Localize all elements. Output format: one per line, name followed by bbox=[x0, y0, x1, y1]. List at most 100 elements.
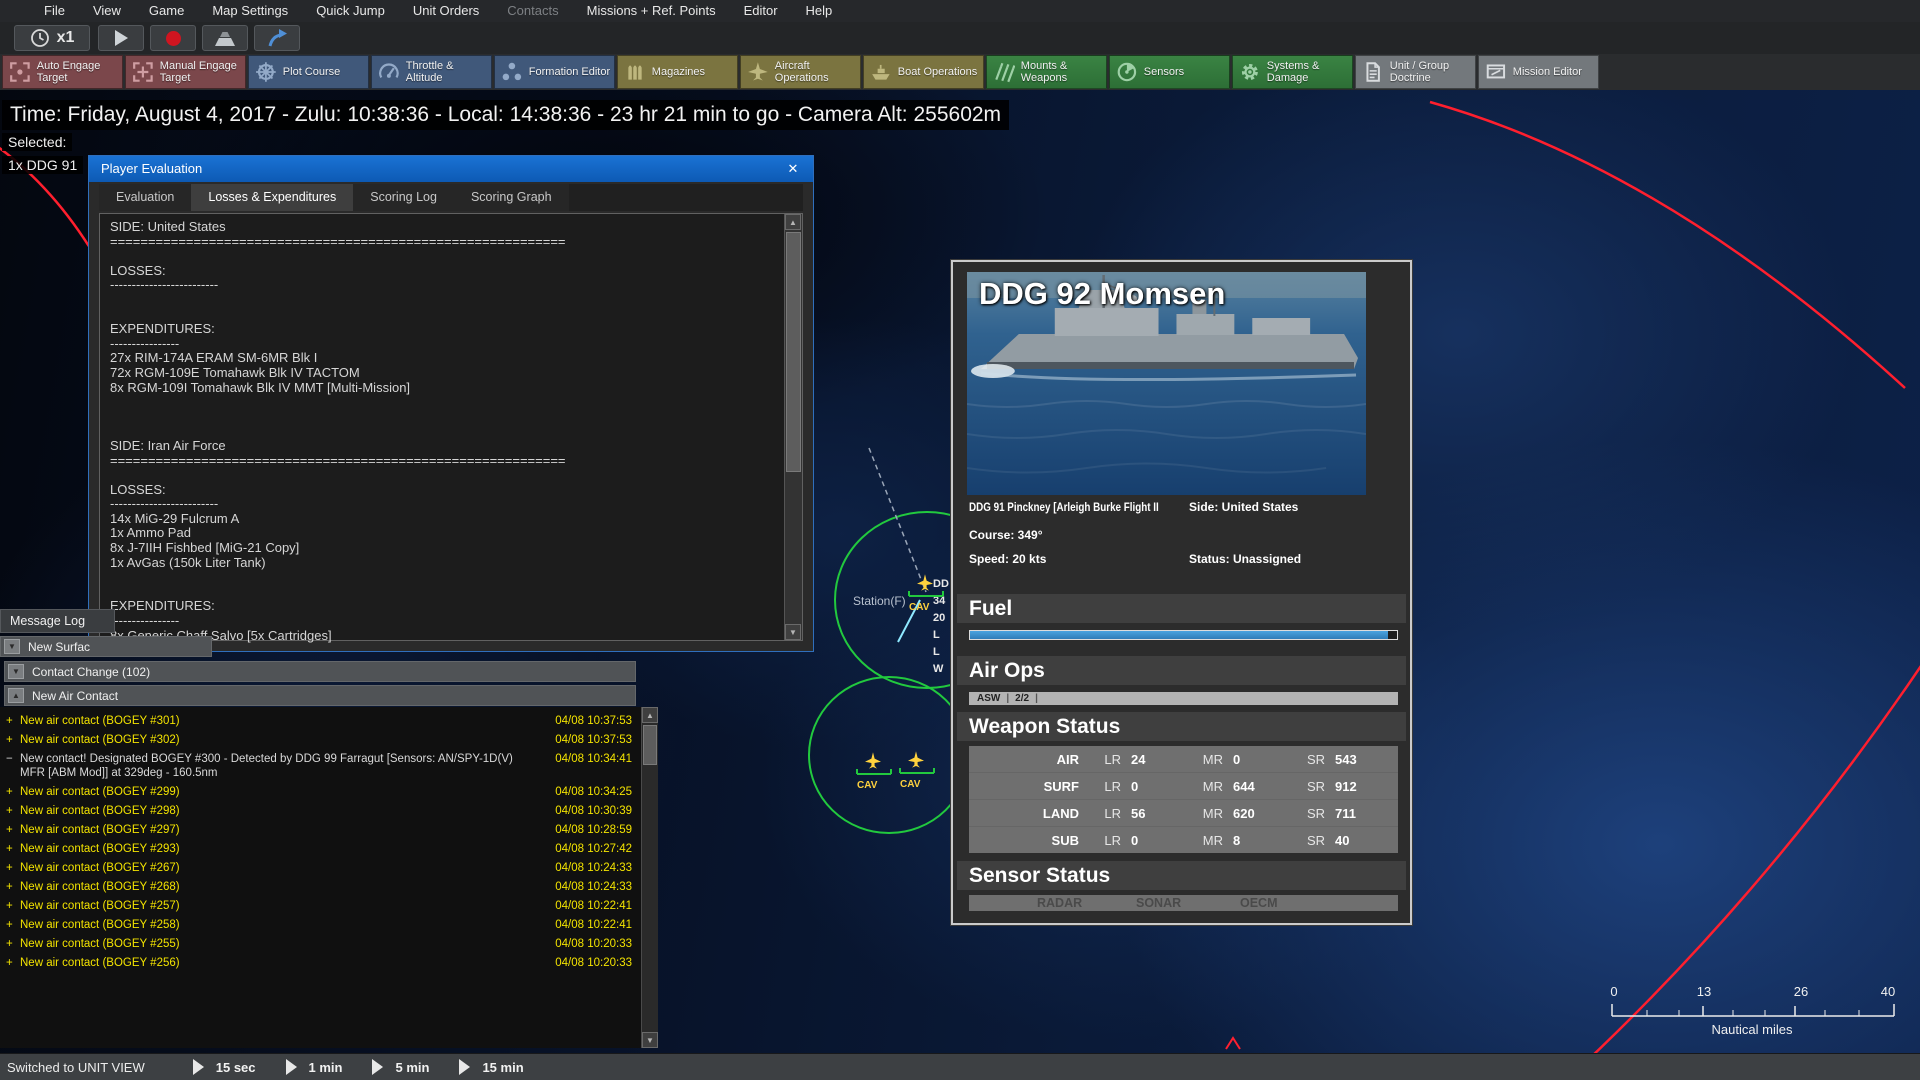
expand-icon[interactable]: − bbox=[6, 752, 16, 766]
formation-editor-button[interactable]: Formation Editor bbox=[494, 55, 615, 89]
aircraft-unit-cav-3[interactable]: CAV bbox=[898, 751, 936, 797]
scrollbar-thumb[interactable] bbox=[643, 725, 657, 765]
radar-toggle[interactable]: RADAR bbox=[1037, 896, 1082, 910]
aircraft-operations-button[interactable]: Aircraft Operations bbox=[740, 55, 861, 89]
time-compression-button[interactable]: x1 bbox=[14, 25, 90, 51]
close-icon[interactable]: ✕ bbox=[783, 156, 803, 182]
scrollbar-thumb[interactable] bbox=[786, 232, 801, 472]
menu-item[interactable]: Game bbox=[135, 0, 198, 22]
play-button[interactable] bbox=[98, 25, 144, 51]
aircraft-unit-cav-1[interactable]: CAV bbox=[907, 574, 945, 620]
menu-item[interactable]: Help bbox=[792, 0, 847, 22]
scroll-down-icon[interactable]: ▼ bbox=[785, 624, 801, 640]
menu-item[interactable]: Unit Orders bbox=[399, 0, 493, 22]
scroll-down-icon[interactable]: ▼ bbox=[642, 1032, 658, 1048]
jump-to-button[interactable] bbox=[254, 25, 300, 51]
weapon-status-row: SUB LR 0 MR 8 SR 40 bbox=[969, 827, 1398, 853]
station-label: Station(F) bbox=[853, 594, 906, 608]
systems-damage-button[interactable]: Systems & Damage bbox=[1232, 55, 1353, 89]
time-step-preset-button[interactable]: 15 min bbox=[459, 1059, 524, 1075]
aircraft-unit-cav-2[interactable]: CAV bbox=[855, 752, 893, 798]
expand-icon[interactable]: + bbox=[6, 899, 16, 913]
message-row[interactable]: + New air contact (BOGEY #299) 04/08 10:… bbox=[0, 780, 658, 799]
manual-engage-target-button[interactable]: Manual Engage Target bbox=[125, 55, 246, 89]
mission-editor-button[interactable]: Mission Editor bbox=[1478, 55, 1599, 89]
expand-icon[interactable]: + bbox=[6, 861, 16, 875]
message-row[interactable]: + New air contact (BOGEY #297) 04/08 10:… bbox=[0, 818, 658, 837]
log-group-new-air-contact[interactable]: ▲ New Air Contact bbox=[4, 685, 636, 706]
expand-icon[interactable]: + bbox=[6, 937, 16, 951]
weapon-status-row: AIR LR 24 MR 0 SR 543 bbox=[969, 746, 1398, 773]
message-row[interactable]: + New air contact (BOGEY #301) 04/08 10:… bbox=[0, 709, 658, 728]
time-step-preset-button[interactable]: 1 min bbox=[285, 1059, 342, 1075]
message-text: New contact! Designated BOGEY #300 - Det… bbox=[20, 753, 513, 779]
expand-icon[interactable]: + bbox=[6, 918, 16, 932]
message-row[interactable]: + New air contact (BOGEY #267) 04/08 10:… bbox=[0, 856, 658, 875]
message-row[interactable]: + New air contact (BOGEY #256) 04/08 10:… bbox=[0, 951, 658, 970]
menu-item[interactable]: Map Settings bbox=[198, 0, 302, 22]
message-row[interactable]: + New air contact (BOGEY #293) 04/08 10:… bbox=[0, 837, 658, 856]
oecm-toggle[interactable]: OECM bbox=[1240, 896, 1278, 910]
menu-item[interactable]: Contacts bbox=[493, 0, 572, 22]
message-row[interactable]: + New air contact (BOGEY #298) 04/08 10:… bbox=[0, 799, 658, 818]
jump-arrow-icon bbox=[268, 29, 287, 47]
expand-icon[interactable]: + bbox=[6, 823, 16, 837]
record-button[interactable] bbox=[150, 25, 196, 51]
dialog-tab-bar: Evaluation Losses & Expenditures Scoring L… bbox=[99, 184, 803, 211]
scroll-up-icon[interactable]: ▲ bbox=[642, 707, 658, 723]
message-log-tab[interactable]: Message Log bbox=[0, 609, 115, 633]
expand-icon[interactable]: + bbox=[6, 842, 16, 856]
sensors-button[interactable]: Sensors bbox=[1109, 55, 1230, 89]
chevron-down-icon[interactable]: ▼ bbox=[8, 664, 24, 679]
menu-item[interactable]: Editor bbox=[730, 0, 792, 22]
unit-group-doctrine-button[interactable]: Unit / Group Doctrine bbox=[1355, 55, 1476, 89]
message-row[interactable]: + New air contact (BOGEY #302) 04/08 10:… bbox=[0, 728, 658, 747]
sonar-toggle[interactable]: SONAR bbox=[1136, 896, 1181, 910]
aircraft-callsign-label: CAV bbox=[900, 779, 921, 790]
expand-icon[interactable]: + bbox=[6, 956, 16, 970]
dialog-title-bar[interactable]: Player Evaluation ✕ bbox=[89, 156, 813, 182]
time-step-preset-button[interactable]: 5 min bbox=[372, 1059, 429, 1075]
chevron-up-icon[interactable]: ▲ bbox=[8, 688, 24, 703]
throttle-altitude-button[interactable]: Throttle & Altitude bbox=[371, 55, 492, 89]
message-row[interactable]: + New air contact (BOGEY #257) 04/08 10:… bbox=[0, 894, 658, 913]
boat-operations-button[interactable]: Boat Operations bbox=[863, 55, 984, 89]
mr-count: 644 bbox=[1233, 778, 1255, 794]
expand-icon[interactable]: + bbox=[6, 880, 16, 894]
step-arrow-icon bbox=[285, 1059, 297, 1075]
message-timestamp: 04/08 10:34:41 bbox=[555, 753, 632, 765]
message-list-scrollbar[interactable]: ▲ ▼ bbox=[641, 707, 658, 1048]
time-step-button[interactable] bbox=[202, 25, 248, 51]
magazines-button[interactable]: Magazines bbox=[617, 55, 738, 89]
menu-item[interactable]: View bbox=[79, 0, 135, 22]
dialog-tab[interactable]: Evaluation bbox=[99, 184, 192, 211]
log-group-contact-change[interactable]: ▼ Contact Change (102) bbox=[4, 661, 636, 682]
mounts-weapons-button[interactable]: Mounts & Weapons bbox=[986, 55, 1107, 89]
menu-item[interactable]: File bbox=[30, 0, 79, 22]
time-step-preset-button[interactable]: 15 sec bbox=[192, 1059, 256, 1075]
dialog-tab[interactable]: Losses & Expenditures bbox=[191, 184, 354, 211]
message-timestamp: 04/08 10:24:33 bbox=[555, 862, 632, 874]
message-row[interactable]: + New air contact (BOGEY #268) 04/08 10:… bbox=[0, 875, 658, 894]
message-row[interactable]: + New air contact (BOGEY #258) 04/08 10:… bbox=[0, 913, 658, 932]
message-text: New air contact (BOGEY #298) bbox=[20, 805, 180, 817]
message-row[interactable]: − New contact! Designated BOGEY #300 - D… bbox=[0, 747, 658, 780]
expand-icon[interactable]: + bbox=[6, 785, 16, 799]
auto-engage-target-button[interactable]: Auto Engage Target bbox=[2, 55, 123, 89]
dialog-tab[interactable]: Scoring Log bbox=[353, 184, 454, 211]
dialog-scrollbar[interactable]: ▲ ▼ bbox=[784, 214, 802, 640]
chevron-down-icon[interactable]: ▼ bbox=[4, 639, 20, 654]
expand-icon[interactable]: + bbox=[6, 714, 16, 728]
log-group-new-surface-contact[interactable]: ▼ New Surfac bbox=[0, 636, 212, 657]
scroll-up-icon[interactable]: ▲ bbox=[785, 214, 801, 230]
menu-item[interactable]: Missions + Ref. Points bbox=[573, 0, 730, 22]
expand-icon[interactable]: + bbox=[6, 804, 16, 818]
dialog-tab[interactable]: Scoring Graph bbox=[453, 184, 569, 211]
time-control-bar: x1 bbox=[0, 22, 1920, 54]
plot-course-button[interactable]: Plot Course bbox=[248, 55, 369, 89]
air-ops-status-bar[interactable]: ASW | 2/2 | bbox=[969, 692, 1398, 705]
manual-engage-icon bbox=[133, 62, 153, 82]
menu-item[interactable]: Quick Jump bbox=[302, 0, 399, 22]
expand-icon[interactable]: + bbox=[6, 733, 16, 747]
message-row[interactable]: + New air contact (BOGEY #255) 04/08 10:… bbox=[0, 932, 658, 951]
